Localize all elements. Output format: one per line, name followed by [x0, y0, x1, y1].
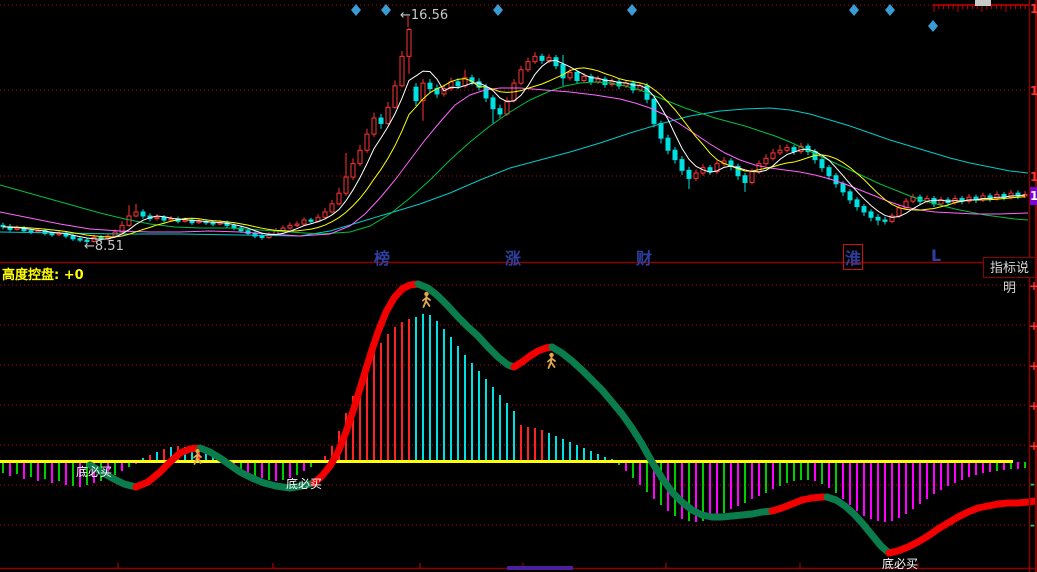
- indicator-axis-minus-1: -: [1030, 518, 1035, 532]
- indicator-axis-plus-4: +: [1029, 439, 1037, 453]
- watermark-3: 淮: [843, 244, 863, 270]
- buy-signal-label-1: 底必买: [286, 475, 322, 492]
- buy-person-icon: [548, 353, 555, 368]
- indicator-title: 高度控盘: +0: [2, 264, 84, 283]
- buy-signal-label-0: 底必买: [76, 463, 112, 480]
- chart-canvas: [0, 0, 1037, 572]
- price-axis-label-1: 1: [1030, 84, 1037, 98]
- price-axis-label-0: 1: [1030, 2, 1037, 16]
- current-price-badge: 1: [1030, 187, 1037, 205]
- diamond-marker: [381, 4, 391, 16]
- diamond-marker: [493, 4, 503, 16]
- indicator-bars: [3, 314, 1025, 522]
- buy-person-icon: [423, 292, 430, 307]
- indicator-axis-plus-3: +: [1029, 399, 1037, 413]
- indicator-axis-minus-0: -: [1030, 477, 1035, 491]
- watermark-2: 财: [636, 245, 652, 269]
- zero-line: [0, 460, 1013, 463]
- watermark-0: 榜: [374, 245, 390, 269]
- price-axis-label-2: 1: [1030, 170, 1037, 184]
- trading-app-window: 高度控盘: +0 指标说明 1 ←16.56 ←8.51 1 1 1 榜 涨 财 淮 L + + + + +…: [0, 0, 1037, 572]
- buy-signal-label-2: 底必买: [882, 555, 918, 572]
- time-scrollbar[interactable]: [507, 566, 573, 570]
- trend-bands: [90, 284, 1036, 553]
- diamond-marker: [928, 20, 938, 32]
- diamond-marker: [849, 4, 859, 16]
- top-scroll-ruler: [933, 0, 1029, 12]
- low-annotation: ←8.51: [84, 239, 124, 254]
- indicator-axis-plus-0: +: [1029, 279, 1037, 293]
- high-annotation: ←16.56: [400, 8, 448, 23]
- watermark-4: L: [931, 246, 941, 265]
- ruler-thumb[interactable]: [975, 0, 991, 6]
- frame-lines: [0, 0, 1037, 572]
- indicator-axis-plus-2: +: [1029, 359, 1037, 373]
- indicator-axis-plus-1: +: [1029, 319, 1037, 333]
- indicator-help-button[interactable]: 指标说明: [983, 257, 1036, 278]
- candlesticks: [1, 28, 1027, 244]
- diamond-marker: [627, 4, 637, 16]
- diamond-marker: [885, 4, 895, 16]
- diamond-marker: [351, 4, 361, 16]
- watermark-1: 涨: [505, 245, 521, 269]
